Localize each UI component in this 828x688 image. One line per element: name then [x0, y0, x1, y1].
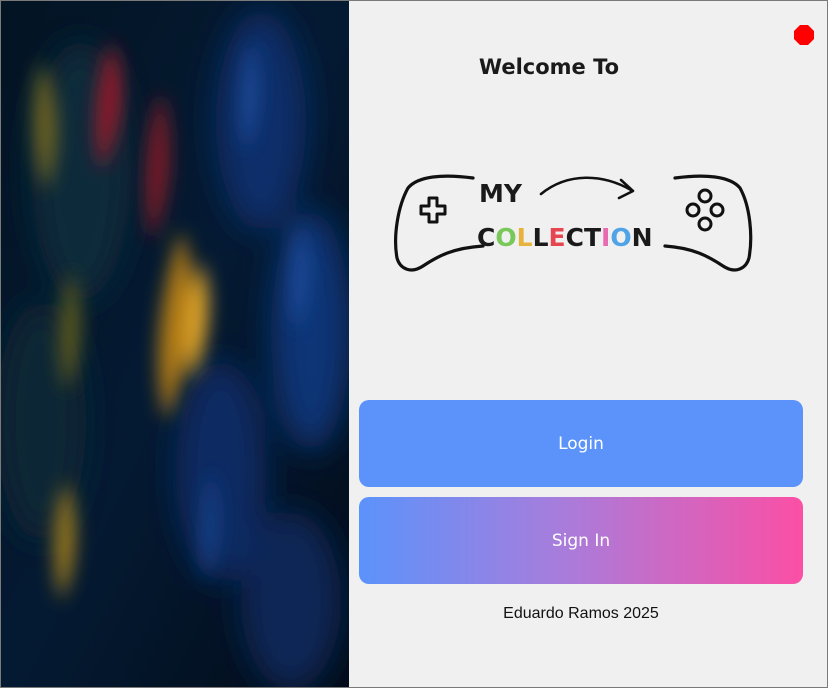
logo-letter: L: [533, 223, 549, 252]
abstract-feather-art: [1, 1, 349, 687]
logo-text-my: MY: [479, 179, 523, 208]
logo-text-collection: COLLECTION: [477, 223, 653, 252]
sign-in-button[interactable]: Sign In: [359, 497, 803, 584]
decorative-art-panel: [1, 1, 349, 687]
logo-letter: N: [632, 223, 653, 252]
footer-credit: Eduardo Ramos 2025: [503, 605, 659, 622]
logo-letter: T: [584, 223, 601, 252]
login-window: Welcome To MY COLLECTION Login Sign In E…: [0, 0, 828, 688]
logo-letter: C: [477, 223, 495, 252]
logo-letter: E: [549, 223, 566, 252]
logo-letter: C: [566, 223, 584, 252]
dpad-icon: [419, 196, 447, 224]
logo-letter: L: [517, 223, 533, 252]
my-collection-logo: MY COLLECTION: [394, 174, 753, 272]
login-button[interactable]: Login: [359, 400, 803, 487]
welcome-heading: Welcome To: [478, 55, 620, 79]
main-content-panel: Welcome To MY COLLECTION Login Sign In E…: [349, 1, 827, 687]
logo-letter: I: [601, 223, 610, 252]
close-icon[interactable]: [794, 25, 814, 45]
gamepad-icon: [394, 174, 485, 272]
logo-letter: O: [610, 223, 631, 252]
curved-arrow-icon: [539, 176, 633, 196]
face-buttons-icon: [685, 188, 725, 232]
logo-letter: O: [495, 223, 516, 252]
